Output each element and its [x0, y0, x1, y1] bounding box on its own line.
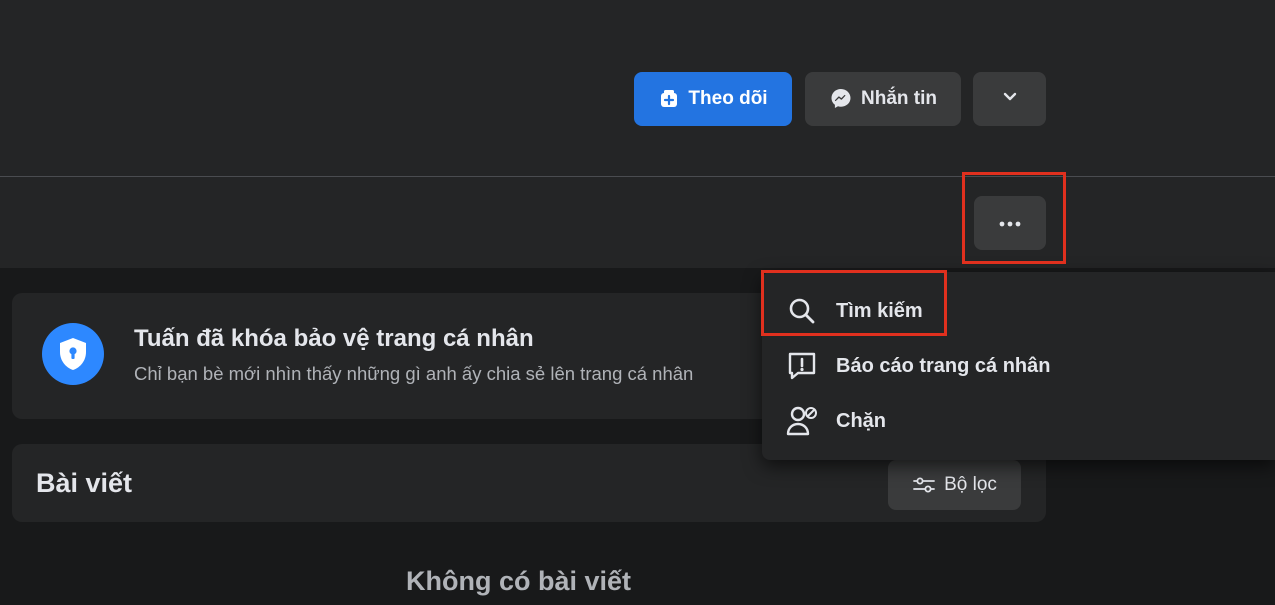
- more-options-menu: Tìm kiếm Báo cáo trang cá nhân Chặn: [762, 272, 1275, 460]
- message-button[interactable]: Nhắn tin: [805, 72, 961, 126]
- menu-item-block[interactable]: Chặn: [762, 394, 1275, 448]
- menu-item-label: Tìm kiếm: [836, 299, 923, 322]
- search-icon: [784, 293, 820, 329]
- menu-item-label: Báo cáo trang cá nhân: [836, 354, 1051, 377]
- menu-item-report[interactable]: Báo cáo trang cá nhân: [762, 339, 1275, 393]
- chevron-down-icon: [1001, 87, 1019, 111]
- header-divider: [0, 176, 1275, 177]
- more-options-button[interactable]: [974, 196, 1046, 250]
- empty-posts-message: Không có bài viết: [406, 566, 632, 596]
- menu-item-search[interactable]: Tìm kiếm: [762, 284, 1275, 338]
- filter-button[interactable]: Bộ lọc: [888, 460, 1021, 510]
- shield-lock-icon: [42, 323, 104, 385]
- filter-sliders-icon: [912, 475, 936, 495]
- messenger-icon: [829, 87, 853, 111]
- block-user-icon: [784, 403, 820, 439]
- profile-header: [0, 0, 1275, 268]
- follow-button[interactable]: Theo dõi: [634, 72, 792, 126]
- menu-item-label: Chặn: [836, 409, 886, 432]
- message-label: Nhắn tin: [861, 88, 937, 109]
- filter-label: Bộ lọc: [944, 474, 997, 495]
- more-dots-icon: [998, 212, 1022, 234]
- follow-label: Theo dõi: [688, 88, 768, 109]
- profile-more-button[interactable]: [973, 72, 1046, 126]
- follow-page-icon: [658, 88, 680, 110]
- posts-title: Bài viết: [36, 468, 133, 498]
- lock-notice-subtitle: Chỉ bạn bè mới nhìn thấy những gì anh ấy…: [134, 363, 694, 384]
- report-icon: [784, 348, 820, 384]
- lock-notice-title: Tuấn đã khóa bảo vệ trang cá nhân: [134, 325, 534, 352]
